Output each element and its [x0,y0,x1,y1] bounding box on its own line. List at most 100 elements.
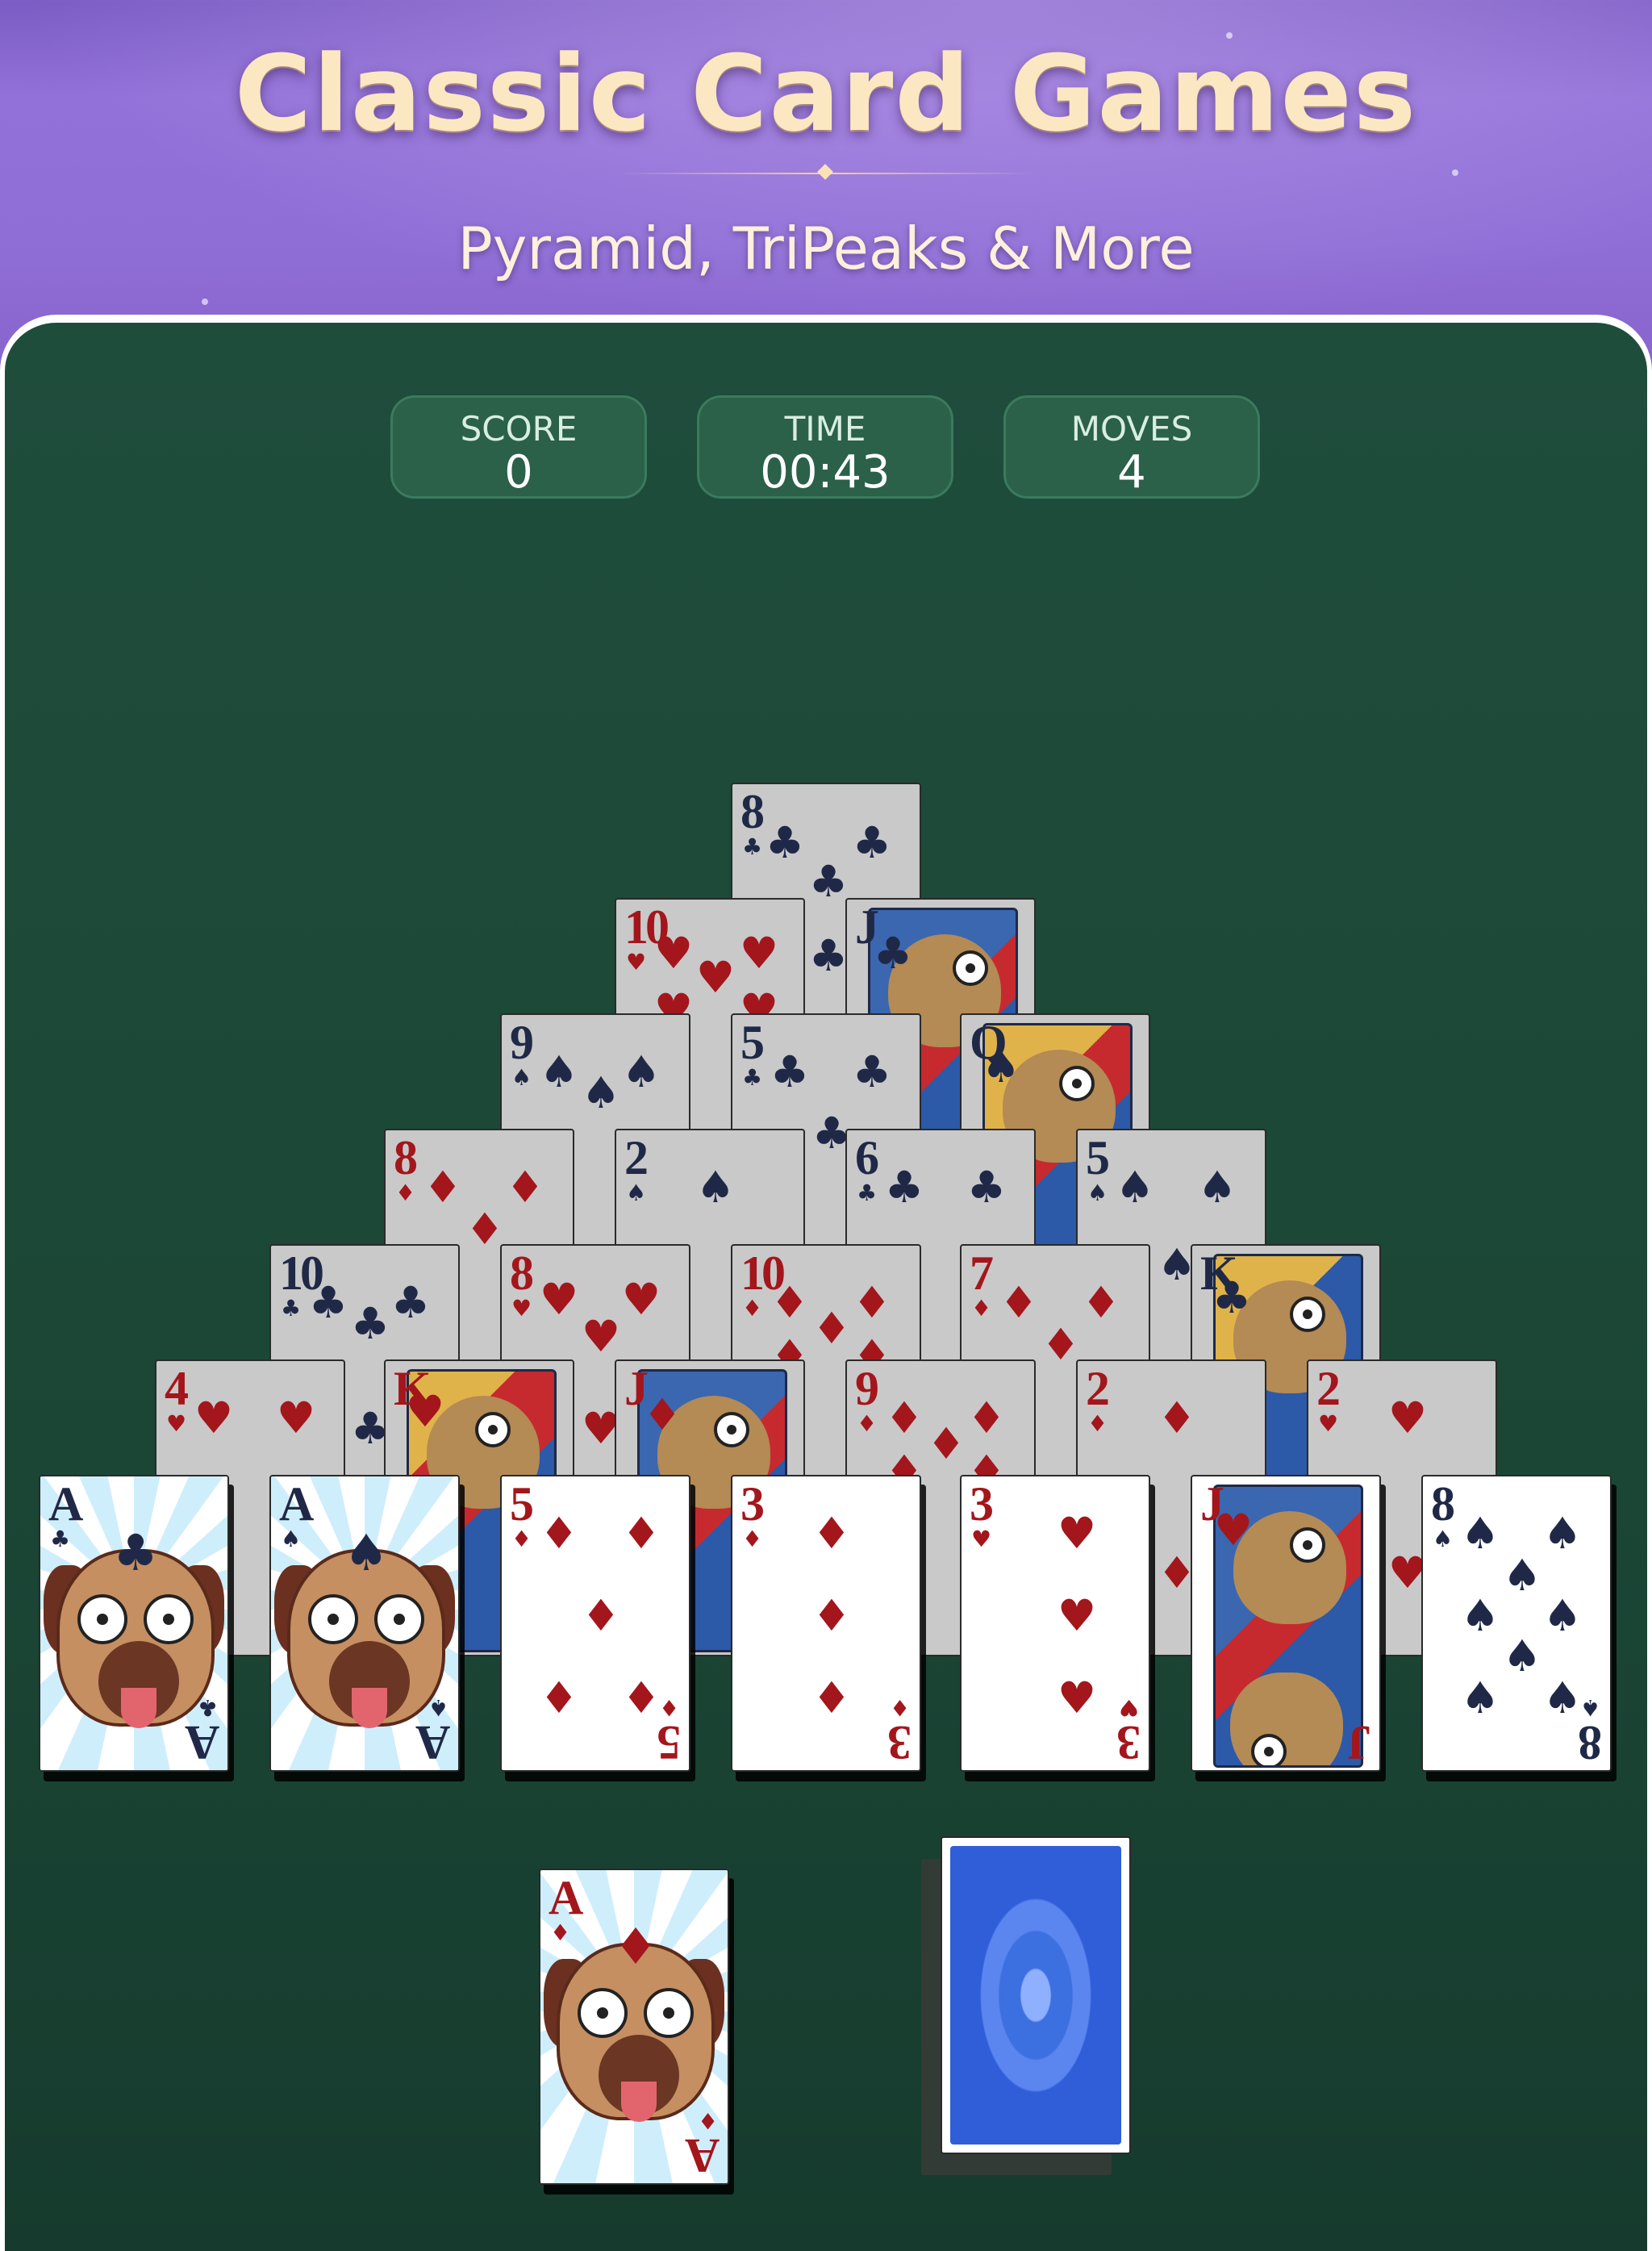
pyramid-card[interactable]: 8 ♠ ♠ ♠ ♠ ♠ ♠ ♠ ♠ ♠ 8 ♠ [1421,1475,1612,1772]
card-rank-bottom: A [418,1716,450,1769]
pyramid-card[interactable]: ♠ A ♠ A ♠ [269,1475,460,1772]
card-rank-bottom: 5 [660,1716,681,1769]
club-icon: ♣ [1212,1272,1252,1323]
card-rank: 7 [970,1247,994,1300]
heart-icon: ♥ [1387,1393,1428,1443]
spade-icon: ♠ [1087,1180,1108,1206]
spade-icon: ♠ [1542,1673,1583,1723]
club-icon: ♣ [308,1277,348,1328]
heart-icon: ♥ [695,952,736,1003]
heart-icon: ♥ [1118,1694,1139,1721]
heart-icon: ♥ [166,1410,187,1437]
card-rank: A [48,1477,83,1531]
pyramid-card[interactable]: ♣ A ♣ A ♣ [39,1475,229,1772]
card-rank: 8 [740,785,765,838]
club-icon: ♣ [852,1046,892,1097]
card-rank-bottom: 3 [891,1716,912,1769]
diamond-icon: ♦ [971,1295,992,1322]
diamond-icon: ♦ [613,1917,658,1976]
sparkle-icon [1452,169,1458,176]
time-display: TIME 00:43 [697,395,953,499]
club-icon: ♣ [966,1162,1007,1213]
score-label: SCORE [460,409,578,449]
club-icon: ♣ [350,1298,390,1349]
moves-display: MOVES 4 [1003,395,1260,499]
diamond-icon: ♦ [581,1590,621,1641]
card-rank: 3 [970,1477,994,1531]
club-icon: ♣ [852,817,892,868]
card-rank-bottom: A [687,2129,720,2182]
heart-icon: ♥ [1057,1673,1097,1723]
spade-icon: ♠ [981,1042,1021,1092]
pug-head [1230,1673,1343,1765]
diamond-icon: ♦ [811,1508,852,1559]
heart-icon: ♥ [971,1526,992,1552]
spade-icon: ♠ [1542,1590,1583,1641]
diamond-icon: ♦ [697,2107,718,2134]
diamond-icon: ♦ [1081,1277,1121,1328]
club-icon: ♣ [113,1523,158,1582]
diamond-icon: ♦ [770,1277,810,1328]
spade-icon: ♠ [539,1046,579,1097]
time-value: 00:43 [760,446,891,499]
spade-icon: ♠ [1115,1162,1155,1213]
heart-icon: ♥ [621,1274,661,1325]
pug-eye [1059,1066,1095,1101]
card-rank-bottom: A [187,1716,219,1769]
spade-icon: ♠ [281,1526,302,1552]
spade-icon: ♠ [695,1162,736,1213]
spade-icon: ♠ [1579,1694,1600,1721]
pyramid-card[interactable]: 3 ♥ ♥ ♥ ♥ 3 ♥ [960,1475,1150,1772]
pug-eye [77,1594,127,1644]
pug-eye [308,1594,358,1644]
spade-icon: ♠ [428,1694,448,1721]
pyramid-card[interactable]: 5 ♦ ♦ ♦ ♦ ♦ ♦ 5 ♦ [500,1475,690,1772]
diamond-icon: ♦ [1087,1410,1108,1437]
card-rank: 2 [1316,1362,1341,1415]
diamond-icon: ♦ [926,1418,966,1469]
heart-icon: ♥ [1318,1410,1339,1437]
card-rank-bottom: 8 [1581,1716,1602,1769]
club-icon: ♣ [742,833,763,860]
diamond-icon: ♦ [539,1508,579,1559]
score-value: 0 [504,446,533,499]
diamond-icon: ♦ [811,1303,852,1354]
diamond-icon: ♦ [621,1673,661,1723]
waste-pile-card[interactable]: ♦ A ♦ A ♦ [539,1869,729,2185]
pyramid-card[interactable]: J ♥ J [1191,1475,1381,1772]
pug-eye [1290,1297,1325,1332]
diamond-icon: ♦ [857,1410,878,1437]
card-rank: 2 [624,1131,649,1184]
diamond-icon: ♦ [539,1673,579,1723]
diamond-icon: ♦ [999,1277,1039,1328]
spade-icon: ♠ [1542,1508,1583,1559]
pyramid-card[interactable]: 3 ♦ ♦ ♦ ♦ 3 ♦ [731,1475,921,1772]
pug-eye [1251,1734,1287,1765]
card-rank: 3 [740,1477,765,1531]
diamond-icon: ♦ [852,1277,892,1328]
diamond-icon: ♦ [658,1694,679,1721]
spade-icon: ♠ [1460,1590,1500,1641]
diamond-icon: ♦ [889,1694,910,1721]
score-display: SCORE 0 [390,395,647,499]
pug-eye [714,1412,749,1447]
heart-icon: ♥ [581,1311,621,1362]
stock-pile[interactable] [921,1836,1131,2175]
pug-tongue [352,1688,387,1728]
card-rank: 6 [855,1131,879,1184]
pug-eye [374,1594,424,1644]
pug-eye [144,1594,194,1644]
heart-icon: ♥ [405,1386,445,1437]
card-rank-bottom: 3 [1120,1716,1141,1769]
heart-icon: ♥ [1057,1590,1097,1641]
heart-icon: ♥ [194,1393,234,1443]
heart-icon: ♥ [626,949,647,975]
diamond-icon: ♦ [884,1393,924,1443]
diamond-icon: ♦ [642,1389,682,1440]
club-icon: ♣ [857,1180,878,1206]
diamond-icon: ♦ [811,1673,852,1723]
card-back[interactable] [941,1836,1131,2154]
card-rank: A [279,1477,314,1531]
header-banner: Classic Card Games Pyramid, TriPeaks & M… [0,0,1652,323]
club-icon: ♣ [281,1295,302,1322]
